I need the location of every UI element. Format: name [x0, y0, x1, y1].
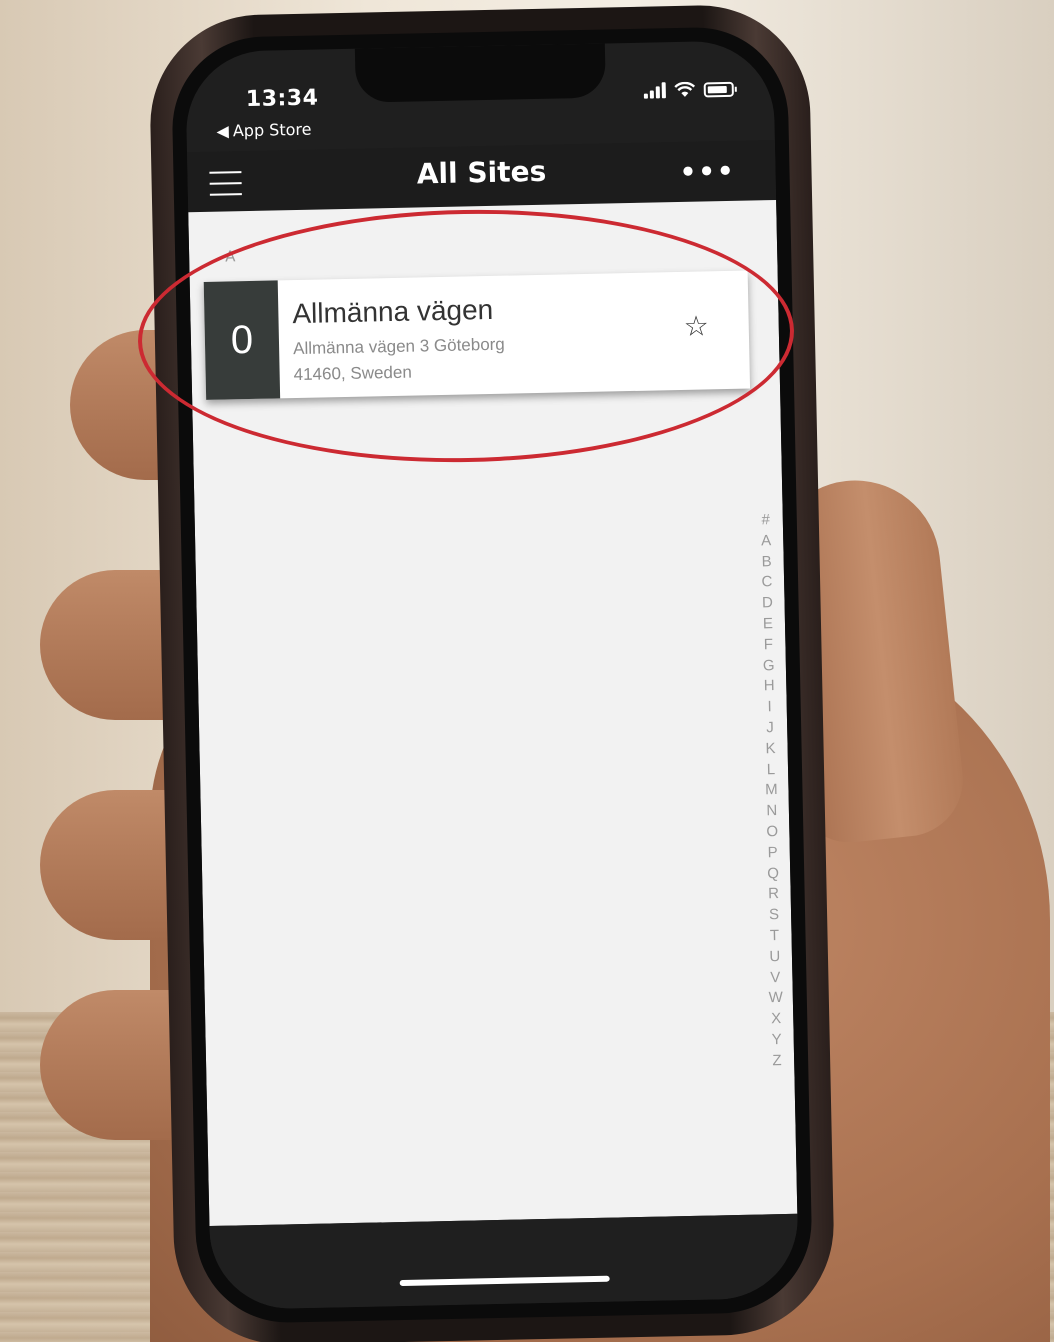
index-letter[interactable]: R	[768, 884, 779, 905]
phone-notch	[354, 43, 606, 103]
back-to-app-store[interactable]: ◀ App Store	[216, 120, 311, 141]
home-indicator[interactable]	[399, 1275, 610, 1287]
index-letter[interactable]: F	[764, 635, 774, 656]
index-letter[interactable]: A	[761, 531, 771, 552]
wifi-icon	[674, 81, 696, 97]
index-letter[interactable]: V	[770, 968, 780, 989]
home-area	[209, 1213, 800, 1311]
index-letter[interactable]: G	[763, 656, 775, 677]
index-letter[interactable]: H	[764, 676, 775, 697]
status-bar: 13:34 ◀ App Store	[185, 40, 775, 152]
phone-device: 13:34 ◀ App Store All Sites ••• A 0 Allm…	[148, 3, 836, 1342]
battery-icon	[703, 81, 734, 98]
index-letter[interactable]: J	[766, 718, 774, 739]
index-letter[interactable]: S	[769, 905, 779, 926]
back-triangle-icon: ◀	[216, 121, 230, 141]
index-letter[interactable]: N	[766, 801, 777, 822]
index-letter[interactable]: D	[762, 593, 773, 614]
status-icons	[643, 81, 734, 99]
status-time: 13:34	[245, 85, 319, 113]
index-letter[interactable]: Z	[772, 1051, 782, 1072]
index-letter[interactable]: Q	[767, 864, 779, 885]
index-letter[interactable]: W	[768, 988, 783, 1009]
more-dots-icon[interactable]: •••	[679, 157, 735, 188]
index-letter[interactable]: U	[769, 947, 780, 968]
index-letter[interactable]: Y	[771, 1030, 781, 1051]
index-letter[interactable]: B	[761, 552, 771, 573]
index-letter[interactable]: I	[767, 697, 772, 718]
index-letter[interactable]: M	[765, 780, 778, 801]
index-letter[interactable]: C	[761, 572, 772, 593]
index-letter[interactable]: K	[765, 739, 775, 760]
index-letter[interactable]: L	[767, 760, 776, 781]
signal-icon	[643, 82, 666, 99]
index-letter[interactable]: T	[770, 926, 780, 947]
index-letter[interactable]: E	[763, 614, 773, 635]
index-letter[interactable]: P	[767, 843, 778, 864]
index-letter[interactable]: #	[761, 510, 770, 531]
index-letter[interactable]: X	[771, 1009, 781, 1030]
back-app-label: App Store	[232, 119, 312, 141]
index-letter[interactable]: O	[766, 822, 778, 843]
alphabet-index[interactable]: # A B C D E F G H I J K L M N O P Q R S T U V W X Y Z	[758, 510, 784, 1072]
